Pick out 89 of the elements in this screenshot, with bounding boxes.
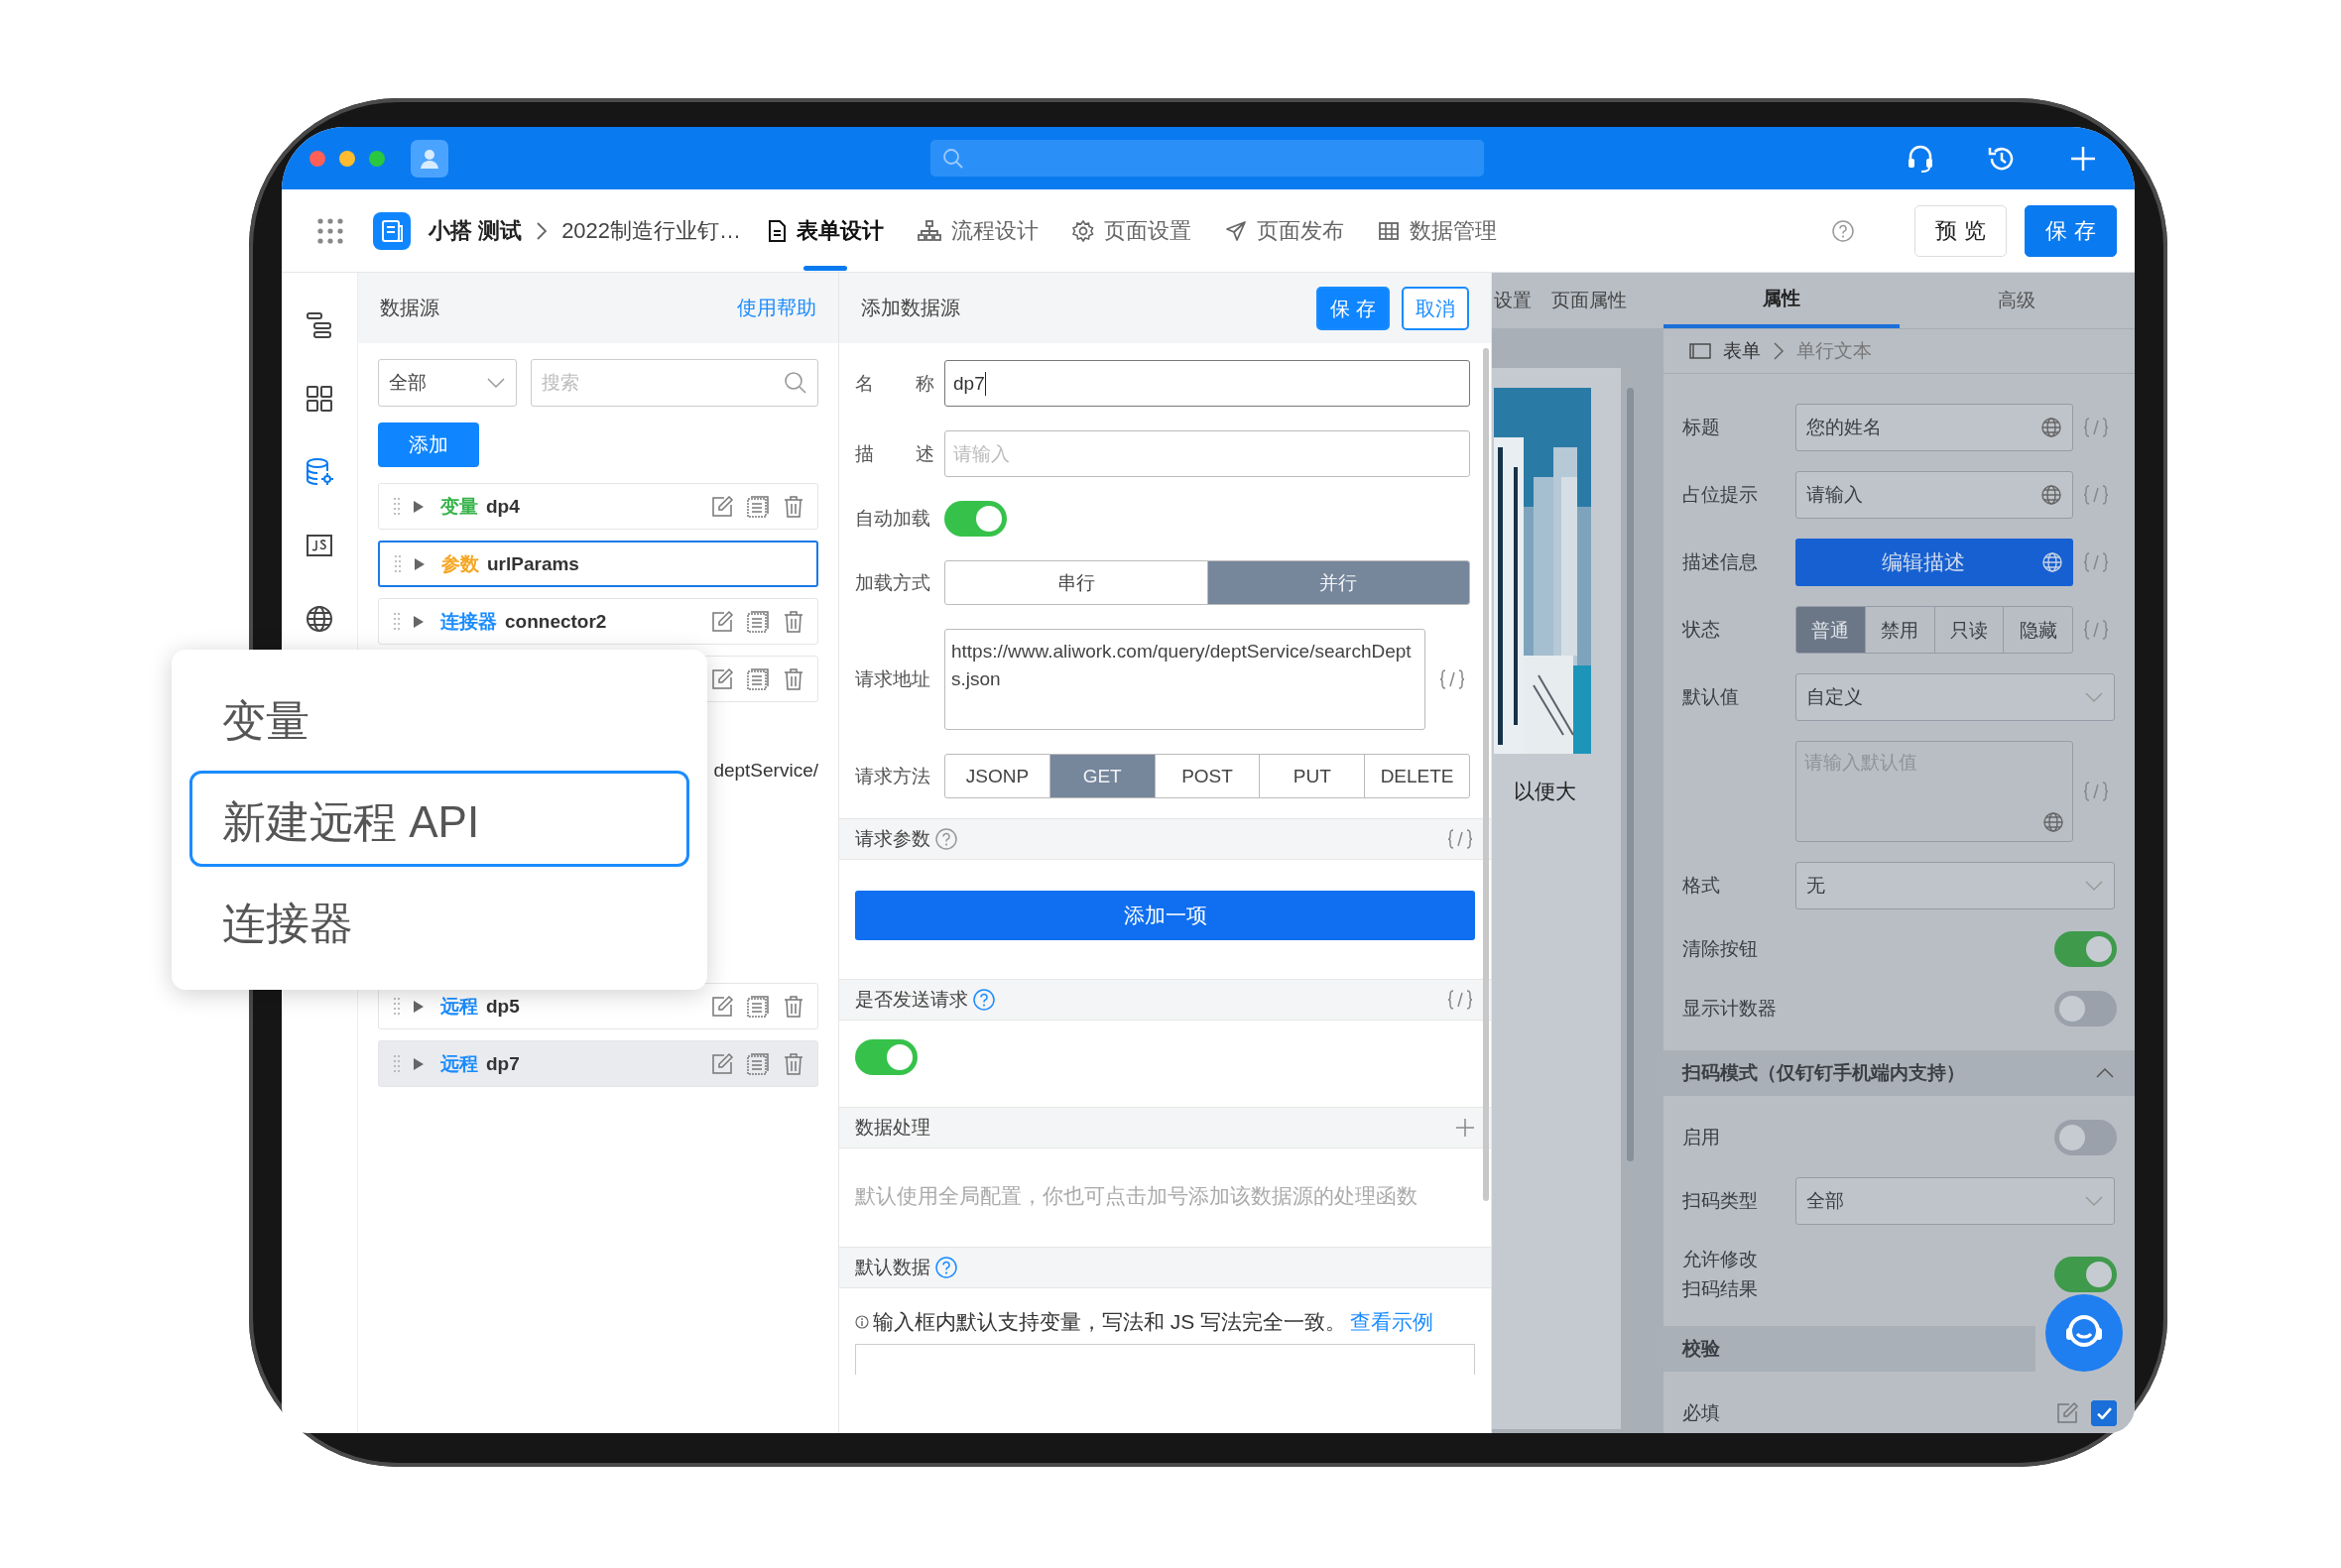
select-field[interactable]: 自定义 xyxy=(1795,673,2115,721)
field-label: 请求地址 xyxy=(855,667,931,691)
text-field[interactable]: 请输入 xyxy=(1795,471,2073,519)
panel-title: 数据源 xyxy=(380,296,439,320)
section-title: 数据处理 xyxy=(855,1116,930,1140)
section-title: 扫码模式（仅钉钉手机端内支持） xyxy=(1682,1061,1965,1085)
field-label: 占位提示 xyxy=(1682,483,1759,507)
segment-option[interactable]: 并行 xyxy=(1206,561,1469,604)
canvas-tab[interactable]: 设置 xyxy=(1494,288,1532,313)
cancel-button[interactable]: 取消 xyxy=(1402,286,1469,330)
filter-select[interactable]: 全部 xyxy=(378,359,517,407)
field-label: 请求方法 xyxy=(855,764,931,788)
item-name: dp4 xyxy=(486,495,520,518)
section-title: 是否发送请求 xyxy=(855,988,968,1012)
example-link[interactable]: 查看示例 xyxy=(1350,1308,1434,1336)
nav-tab[interactable]: 页面发布 xyxy=(1225,188,1345,273)
field-label: 允许修改扫码结果 xyxy=(1682,1248,1759,1301)
item-name: urlParams xyxy=(487,552,579,575)
canvas-tab[interactable]: 页面属性 xyxy=(1551,288,1627,313)
text-field[interactable]: 您的姓名 xyxy=(1795,404,2073,451)
item-name: dp5 xyxy=(486,995,520,1018)
note-text: 输入框内默认支持变量，写法和 JS 写法完全一致。 xyxy=(873,1309,1347,1335)
segment-option[interactable]: JSONP xyxy=(945,755,1049,797)
field-label: 扫码类型 xyxy=(1682,1189,1759,1213)
menu-item[interactable]: 变量 xyxy=(189,669,689,766)
data-source-item[interactable]: 连接器 connector2 xyxy=(378,598,818,645)
section-header[interactable]: 扫码模式（仅钉钉手机端内支持） xyxy=(1663,1050,2135,1096)
nav-tab[interactable]: 数据管理 xyxy=(1378,188,1498,273)
item-type-label: 远程 xyxy=(440,1051,478,1076)
breadcrumb-item[interactable]: 表单 xyxy=(1723,338,1761,364)
segment-option[interactable]: 禁用 xyxy=(1864,607,1934,653)
field-label: 自动加载 xyxy=(855,507,931,531)
segment-option[interactable]: 普通 xyxy=(1796,607,1865,653)
app-name[interactable]: 小搭 测试 xyxy=(429,215,523,246)
item-type-label: 变量 xyxy=(440,494,478,519)
field-label: 格式 xyxy=(1682,874,1721,898)
nav-tab[interactable]: 流程设计 xyxy=(918,188,1040,273)
nav-tab[interactable]: 页面设置 xyxy=(1072,188,1192,273)
add-button[interactable]: 添加 xyxy=(378,422,479,467)
item-detail-text: deptService/ xyxy=(713,760,818,782)
segment-option[interactable]: 只读 xyxy=(1933,607,2004,653)
field-label: 描述 xyxy=(855,441,935,466)
preview-button[interactable]: 预 览 xyxy=(1914,204,2007,257)
section-header[interactable]: 校验 xyxy=(1663,1326,2035,1372)
data-source-item[interactable]: 远程 dp7 xyxy=(378,1040,818,1087)
select-field[interactable]: 无 xyxy=(1795,862,2115,909)
save-button[interactable]: 保 存 xyxy=(2025,204,2117,257)
help-link[interactable]: 使用帮助 xyxy=(737,295,816,321)
form-name[interactable]: 2022制造行业钉… xyxy=(561,215,742,246)
segment-option[interactable]: 隐藏 xyxy=(2003,607,2072,653)
edit-description-button[interactable]: 编辑描述 xyxy=(1795,539,2073,586)
segment-option[interactable]: 串行 xyxy=(945,561,1207,604)
canvas-text: 以便大 xyxy=(1514,779,1577,804)
item-type-label: 参数 xyxy=(441,551,479,576)
field-label: 标题 xyxy=(1682,416,1721,439)
item-type-label: 连接器 xyxy=(440,609,497,634)
hint-text: 默认使用全局配置，你也可点击加号添加该数据源的处理函数 xyxy=(855,1184,1417,1207)
field-label: 加载方式 xyxy=(855,570,931,595)
section-title: 请求参数 xyxy=(855,827,930,851)
field-label: 启用 xyxy=(1682,1126,1721,1149)
panel-title: 添加数据源 xyxy=(861,296,960,320)
panel-tab[interactable]: 高级 xyxy=(1899,273,2135,328)
field-label: 描述信息 xyxy=(1682,550,1759,574)
field-label: 状态 xyxy=(1682,618,1721,642)
item-type-label: 远程 xyxy=(440,994,478,1019)
segment-option[interactable]: POST xyxy=(1154,755,1260,797)
field-label: 名称 xyxy=(855,371,935,396)
url-field[interactable]: https://www.aliwork.com/query/deptService/searchDepts.json xyxy=(944,629,1425,730)
segment-option[interactable]: GET xyxy=(1048,755,1155,797)
segment-option[interactable]: PUT xyxy=(1259,755,1365,797)
name-field[interactable]: dp7 xyxy=(944,360,1470,407)
add-item-button[interactable]: 添加一项 xyxy=(855,891,1475,940)
segment-option[interactable]: DELETE xyxy=(1364,755,1469,797)
section-title: 校验 xyxy=(1682,1337,1720,1361)
field-label: 显示计数器 xyxy=(1682,997,1778,1021)
field-label: 默认值 xyxy=(1682,685,1740,709)
menu-item[interactable]: 新建远程 API xyxy=(189,771,689,867)
item-name: connector2 xyxy=(505,610,607,633)
section-title: 默认数据 xyxy=(855,1256,930,1279)
item-name: dp7 xyxy=(486,1052,520,1075)
field-label: 必填 xyxy=(1682,1401,1721,1425)
save-button[interactable]: 保 存 xyxy=(1316,286,1390,330)
menu-item[interactable]: 连接器 xyxy=(189,872,689,968)
data-source-item[interactable]: 参数 urlParams xyxy=(378,541,818,587)
field-label: 清除按钮 xyxy=(1682,937,1759,961)
nav-tab[interactable]: 表单设计 xyxy=(767,188,885,273)
select-field[interactable]: 全部 xyxy=(1795,1177,2115,1225)
data-source-item[interactable]: 变量 dp4 xyxy=(378,483,818,530)
panel-tab[interactable]: 属性 xyxy=(1663,273,1900,328)
